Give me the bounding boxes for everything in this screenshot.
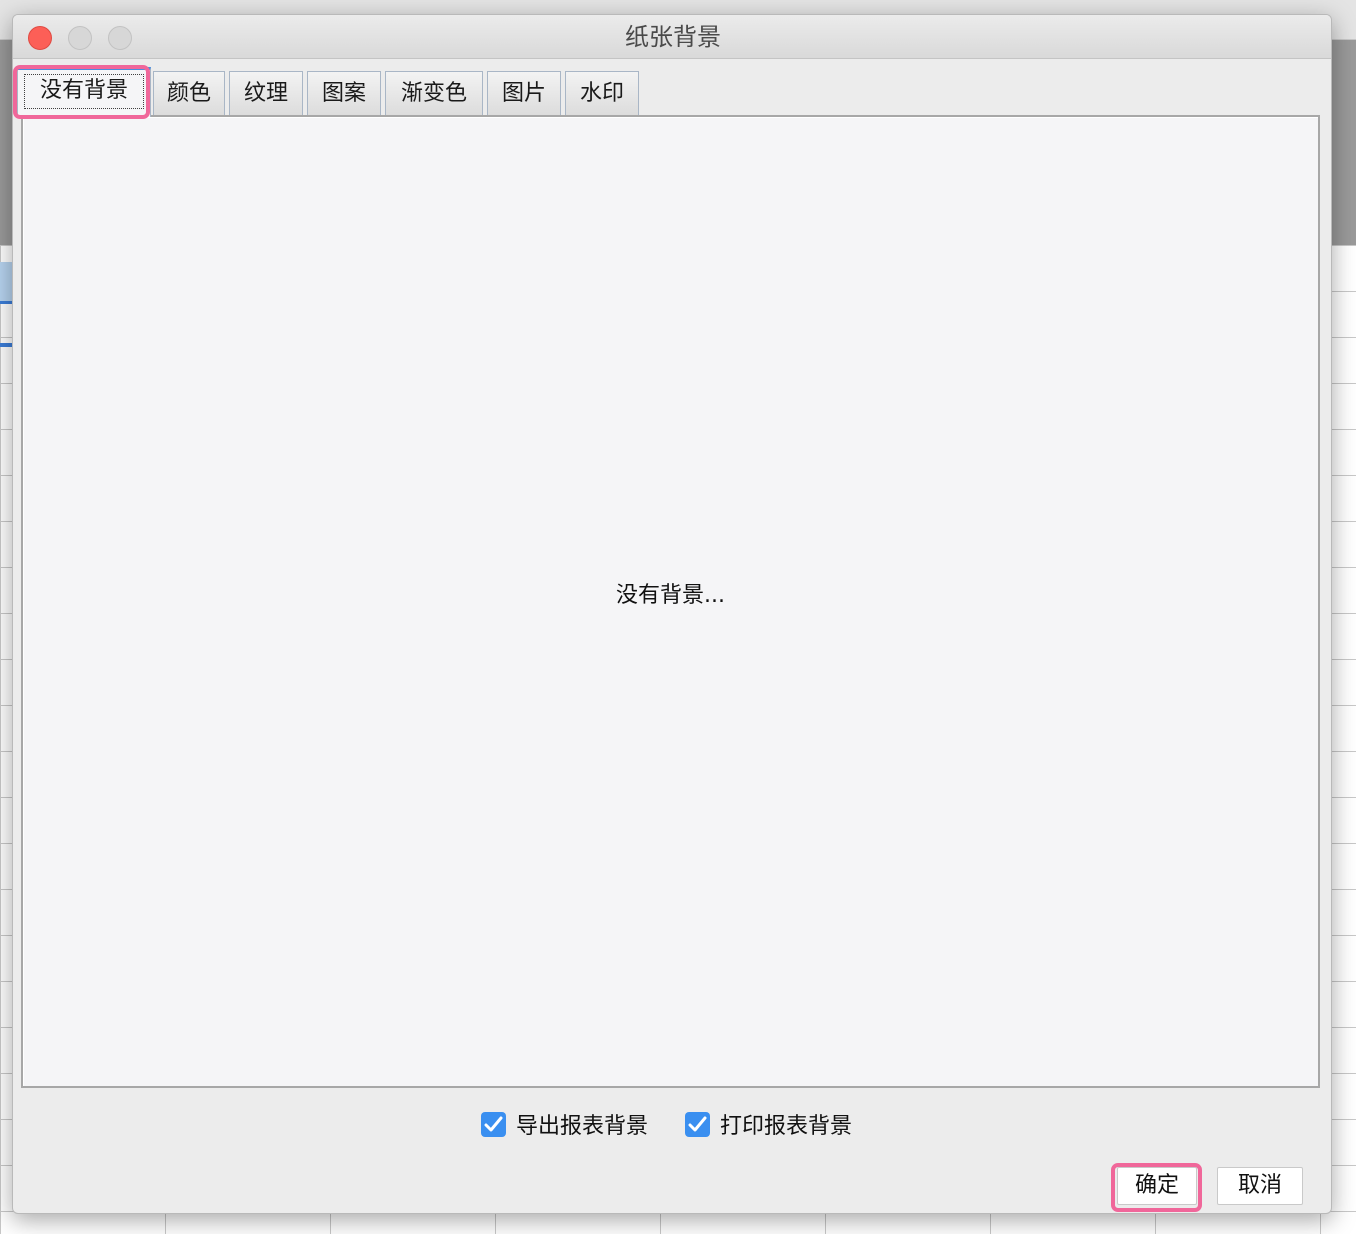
ok-button[interactable]: 确定	[1117, 1167, 1197, 1205]
tab-label: 水印	[579, 81, 624, 106]
paper-background-dialog: 纸张背景 没有背景 颜色 纹理 图案 渐变色 图片 水印 没有背景... 导出报…	[12, 14, 1332, 1214]
tab-label: 颜色	[166, 81, 211, 106]
background-selected-cell	[0, 262, 12, 304]
dialog-titlebar: 纸张背景	[13, 15, 1331, 59]
tab-label: 纹理	[243, 81, 288, 106]
cancel-button[interactable]: 取消	[1217, 1167, 1303, 1205]
print-background-checkbox[interactable]: 打印报表背景	[685, 1109, 852, 1139]
print-background-label: 打印报表背景	[720, 1114, 853, 1139]
tab-label: 渐变色	[400, 81, 467, 106]
export-background-checkbox[interactable]: 导出报表背景	[481, 1109, 648, 1139]
export-background-label: 导出报表背景	[516, 1114, 649, 1139]
background-selection-marker	[0, 343, 12, 347]
tab-label: 图案	[321, 81, 366, 106]
checkbox-checked-icon	[685, 1111, 710, 1137]
tab-watermark[interactable]: 水印	[565, 71, 639, 115]
tab-pattern[interactable]: 图案	[307, 71, 381, 115]
dialog-title: 纸张背景	[625, 23, 721, 51]
checkbox-checked-icon	[481, 1111, 506, 1137]
tab-content-panel: 没有背景...	[21, 115, 1320, 1088]
tab-label: 没有背景	[39, 78, 128, 103]
tab-color[interactable]: 颜色	[153, 71, 225, 115]
tab-gradient[interactable]: 渐变色	[385, 71, 483, 115]
no-background-message: 没有背景...	[616, 583, 725, 608]
tab-no-background[interactable]: 没有背景	[17, 67, 151, 117]
tab-label: 图片	[501, 81, 546, 106]
tab-image[interactable]: 图片	[487, 71, 561, 115]
tab-texture[interactable]: 纹理	[229, 71, 303, 115]
